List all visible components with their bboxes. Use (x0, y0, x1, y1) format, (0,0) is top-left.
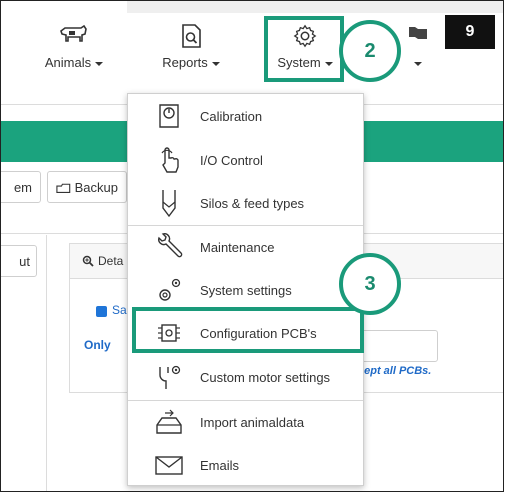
highlight-configuration-pcb (132, 307, 364, 353)
nav-flag[interactable] (401, 23, 435, 70)
nav-animals-label: Animals (44, 55, 92, 70)
zoom-icon (82, 255, 94, 267)
menu-item-label: System settings (200, 283, 292, 298)
menu-item-maintenance[interactable]: Maintenance (128, 226, 363, 269)
sidebar-button-partial[interactable]: ut (1, 245, 37, 277)
callout-step-2: 2 (339, 20, 401, 82)
system-dropdown-menu: Calibration I/O Control Silos & feed typ… (127, 93, 364, 486)
backup-button[interactable]: Backup (47, 171, 127, 203)
silo-icon (162, 190, 176, 218)
checkbox-label: Sa (112, 303, 127, 317)
cow-icon (60, 24, 87, 42)
menu-item-label: Import animaldata (200, 415, 305, 430)
envelope-icon (155, 456, 183, 475)
nav-animals[interactable]: Animals (37, 23, 111, 70)
report-search-icon (182, 24, 201, 48)
menu-item-label: I/O Control (200, 153, 263, 168)
menu-item-label: Emails (200, 458, 240, 473)
sidebar-button-label: ut (19, 253, 30, 269)
hand-pointer-icon (161, 147, 179, 173)
chevron-down-icon (414, 61, 422, 66)
menu-item-silos[interactable]: Silos & feed types (128, 182, 363, 225)
nav-reports-label: Reports (162, 55, 208, 70)
nav-top-strip (127, 1, 503, 13)
except-pcbs-text: cept all PCBs. (358, 365, 432, 377)
gears-icon (159, 278, 181, 301)
menu-item-emails[interactable]: Emails (128, 444, 363, 487)
callout-step-3: 3 (339, 253, 401, 315)
chevron-down-icon (95, 61, 104, 66)
flag-icon (409, 27, 427, 39)
wrench-icon (158, 233, 183, 258)
backup-label: Backup (74, 179, 118, 195)
import-tray-icon (156, 409, 182, 434)
motor-gear-icon (159, 365, 181, 389)
menu-item-custom-motor[interactable]: Custom motor settings (128, 356, 363, 399)
menu-item-label: Calibration (200, 109, 263, 124)
calibration-icon (159, 104, 179, 128)
menu-item-io-control[interactable]: I/O Control (128, 139, 363, 182)
menu-item-import-animaldata[interactable]: Import animaldata (128, 401, 363, 444)
only-text: Only (84, 338, 111, 352)
backup-icon (56, 183, 71, 194)
pcb-input[interactable] (360, 330, 438, 362)
save-checkbox[interactable] (96, 306, 107, 317)
toolbar-left-label: em (13, 179, 32, 195)
step-number-badge: 9 (445, 15, 495, 49)
menu-item-label: Maintenance (200, 240, 275, 255)
top-navbar: Animals Reports System (1, 1, 503, 106)
sidebar-divider (46, 235, 47, 491)
menu-item-label: Silos & feed types (200, 196, 305, 211)
chevron-down-icon (211, 61, 220, 66)
highlight-system-menu (264, 16, 344, 82)
screenshot-frame: Animals Reports System em Backup ut Deta… (0, 0, 504, 492)
toolbar-button-partial[interactable]: em (1, 171, 41, 203)
menu-item-label: Custom motor settings (200, 370, 331, 385)
nav-reports[interactable]: Reports (153, 23, 229, 70)
menu-item-calibration[interactable]: Calibration (128, 95, 363, 138)
menu-item-system-settings[interactable]: System settings (128, 269, 363, 312)
details-panel-title: Deta (98, 254, 124, 268)
